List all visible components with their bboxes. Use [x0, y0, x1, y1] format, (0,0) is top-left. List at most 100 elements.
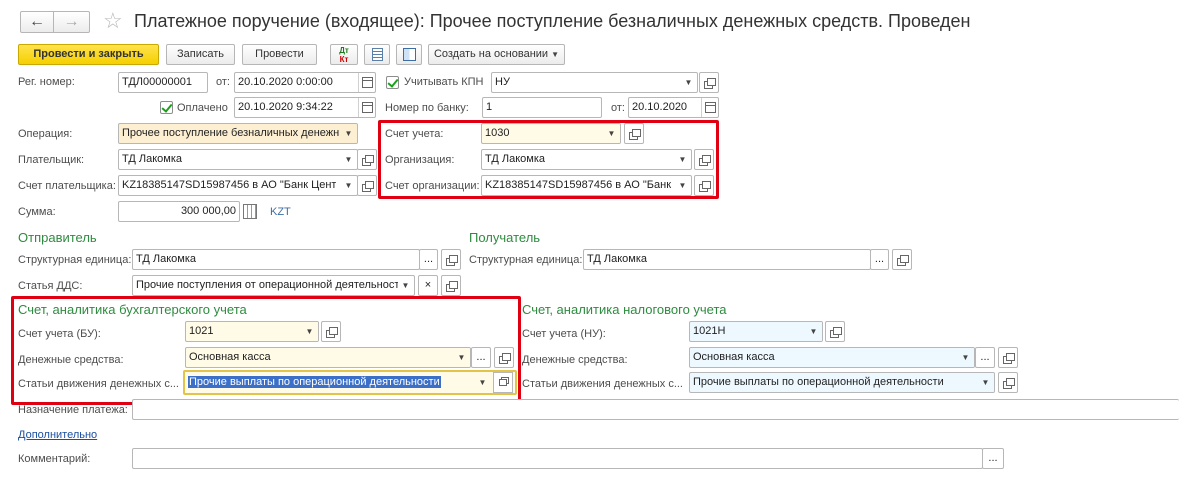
document-list-icon — [371, 48, 383, 61]
calculator-button[interactable] — [243, 204, 257, 219]
org-account-select[interactable]: KZ18385147SD15987456 в АО "Банк Ц ▼ — [481, 175, 692, 196]
receiver-unit-open-button[interactable] — [892, 249, 912, 270]
back-button[interactable]: ← — [20, 11, 54, 33]
payer-account-open-button[interactable] — [357, 175, 377, 196]
bu-cash-dropdown-button[interactable]: ▼ — [453, 348, 470, 367]
bank-date-field[interactable]: 20.10.2020 — [628, 97, 719, 118]
hierarchy-icon — [402, 48, 416, 61]
nu-cash-open-button[interactable] — [998, 347, 1018, 368]
favorite-star-icon[interactable]: ☆ — [103, 9, 123, 33]
arrow-left-icon: ← — [29, 13, 45, 30]
bu-flow-select[interactable]: Прочие выплаты по операционной деятельно… — [183, 370, 517, 395]
nu-cash-pick-button[interactable]: ... — [975, 347, 995, 368]
sender-unit-field[interactable]: ТД Лакомка — [132, 249, 420, 270]
kpn-checkbox[interactable] — [386, 76, 399, 89]
purpose-field[interactable] — [132, 399, 1179, 420]
nu-account-dropdown-button[interactable]: ▼ — [805, 322, 822, 341]
comment-label: Комментарий: — [18, 453, 91, 465]
bu-flow-dropdown-button[interactable]: ▼ — [474, 372, 491, 393]
nu-cash-dropdown-button[interactable]: ▼ — [957, 348, 974, 367]
organization-open-button[interactable] — [694, 149, 714, 170]
nu-cash-label: Денежные средства: — [522, 354, 628, 366]
report-button[interactable] — [364, 44, 390, 65]
kpn-select[interactable]: НУ ▼ — [491, 72, 698, 93]
organization-dropdown-button[interactable]: ▼ — [674, 150, 691, 169]
calendar-button[interactable] — [358, 73, 375, 92]
bu-cash-pick-button[interactable]: ... — [471, 347, 491, 368]
payer-select[interactable]: ТД Лакомка ▼ — [118, 149, 358, 170]
reg-date-field[interactable]: 20.10.2020 0:00:00 — [234, 72, 376, 93]
dds-select[interactable]: Прочие поступления от операционной деяте… — [132, 275, 415, 296]
paid-calendar-button[interactable] — [358, 98, 375, 117]
nu-flow-open-button[interactable] — [998, 372, 1018, 393]
forward-button[interactable]: → — [54, 11, 90, 33]
payer-dropdown-button[interactable]: ▼ — [340, 150, 357, 169]
bank-calendar-button[interactable] — [701, 98, 718, 117]
bu-flow-open-button[interactable] — [493, 372, 513, 393]
bu-cash-select[interactable]: Основная касса ▼ — [185, 347, 471, 368]
structure-button[interactable] — [396, 44, 422, 65]
comment-field[interactable] — [132, 448, 983, 469]
chevron-down-icon: ▼ — [478, 378, 487, 387]
receiver-unit-pick-button[interactable]: ... — [870, 249, 889, 270]
create-based-on-button[interactable]: Создать на основании ▼ — [428, 44, 565, 65]
save-button[interactable]: Записать — [166, 44, 235, 65]
payer-label: Плательщик: — [18, 154, 85, 166]
operation-select[interactable]: Прочее поступление безналичных денежных … — [118, 123, 358, 144]
chevron-down-icon: ▼ — [551, 50, 560, 59]
dds-open-button[interactable] — [441, 275, 461, 296]
bu-flow-label: Статьи движения денежных с... — [18, 378, 179, 390]
dds-dropdown-button[interactable]: ▼ — [397, 276, 414, 295]
chevron-down-icon: ▼ — [457, 353, 466, 362]
kpn-open-button[interactable] — [699, 72, 719, 93]
paid-label: Оплачено — [177, 102, 228, 114]
organization-select[interactable]: ТД Лакомка ▼ — [481, 149, 692, 170]
receiver-unit-field[interactable]: ТД Лакомка — [583, 249, 871, 270]
org-account-label: Счет организации: — [385, 180, 480, 192]
chevron-down-icon: ▼ — [305, 327, 314, 336]
org-account-dropdown-button[interactable]: ▼ — [674, 176, 691, 195]
sender-unit-open-button[interactable] — [441, 249, 461, 270]
calendar-icon — [705, 102, 716, 113]
calendar-icon — [362, 102, 373, 113]
sum-field[interactable]: 300 000,00 — [118, 201, 240, 222]
post-button[interactable]: Провести — [242, 44, 317, 65]
nu-account-open-button[interactable] — [825, 321, 845, 342]
nu-account-select[interactable]: 1021Н ▼ — [689, 321, 823, 342]
dt-kt-button[interactable]: Дт Кт — [330, 44, 358, 65]
open-icon — [499, 379, 507, 386]
bu-account-dropdown-button[interactable]: ▼ — [301, 322, 318, 341]
nu-cash-select[interactable]: Основная касса ▼ — [689, 347, 975, 368]
operation-dropdown-button[interactable]: ▼ — [340, 124, 357, 143]
post-and-close-button[interactable]: Провести и закрыть — [18, 44, 159, 65]
bu-account-open-button[interactable] — [321, 321, 341, 342]
chevron-down-icon: ▼ — [678, 155, 687, 164]
bu-section-title: Счет, аналитика бухгалтерского учета — [18, 302, 247, 317]
nu-flow-dropdown-button[interactable]: ▼ — [977, 373, 994, 392]
nu-flow-select[interactable]: Прочие выплаты по операционной деятельно… — [689, 372, 995, 393]
payer-open-button[interactable] — [357, 149, 377, 170]
comment-pick-button[interactable]: ... — [982, 448, 1004, 469]
kpn-dropdown-button[interactable]: ▼ — [680, 73, 697, 92]
account-dropdown-button[interactable]: ▼ — [603, 124, 620, 143]
paid-date-field[interactable]: 20.10.2020 9:34:22 — [234, 97, 376, 118]
org-account-open-button[interactable] — [694, 175, 714, 196]
reg-number-field[interactable]: ТДЛ00000001 — [118, 72, 208, 93]
dds-clear-button[interactable]: × — [418, 275, 438, 296]
kpn-label: Учитывать КПН — [404, 76, 484, 88]
chevron-down-icon: ▼ — [981, 378, 990, 387]
more-link[interactable]: Дополнительно — [18, 429, 97, 441]
bu-account-select[interactable]: 1021 ▼ — [185, 321, 319, 342]
account-select[interactable]: 1030 ▼ — [481, 123, 621, 144]
payer-account-dropdown-button[interactable]: ▼ — [340, 176, 357, 195]
chevron-down-icon: ▼ — [607, 129, 616, 138]
dds-label: Статья ДДС: — [18, 280, 83, 292]
sender-section-title: Отправитель — [18, 230, 97, 245]
bu-cash-open-button[interactable] — [494, 347, 514, 368]
sender-unit-pick-button[interactable]: ... — [419, 249, 438, 270]
payer-account-select[interactable]: KZ18385147SD15987456 в АО "Банк Цент ▼ — [118, 175, 358, 196]
account-open-button[interactable] — [624, 123, 644, 144]
bank-number-field[interactable]: 1 — [482, 97, 602, 118]
receiver-unit-label: Структурная единица: — [469, 254, 583, 266]
paid-checkbox[interactable] — [160, 101, 173, 114]
